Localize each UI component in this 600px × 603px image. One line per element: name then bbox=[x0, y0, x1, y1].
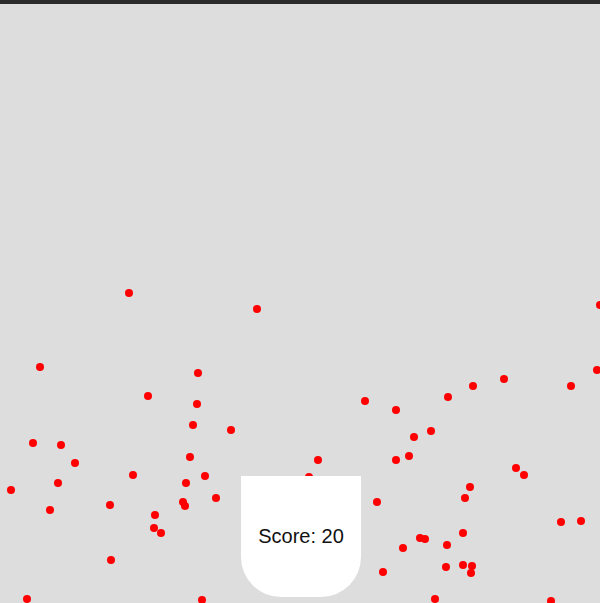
score-label: Score: 20 bbox=[258, 525, 344, 548]
falling-dot bbox=[71, 459, 79, 467]
falling-dot bbox=[461, 494, 469, 502]
falling-dot bbox=[466, 483, 474, 491]
falling-dot bbox=[29, 439, 37, 447]
falling-dot bbox=[444, 393, 452, 401]
falling-dot bbox=[201, 472, 209, 480]
falling-dot bbox=[125, 289, 133, 297]
falling-dot bbox=[459, 561, 467, 569]
falling-dot bbox=[181, 502, 189, 510]
falling-dot bbox=[410, 433, 418, 441]
falling-dot bbox=[193, 400, 201, 408]
falling-dot bbox=[151, 511, 159, 519]
falling-dot bbox=[182, 479, 190, 487]
falling-dot bbox=[467, 569, 475, 577]
falling-dot bbox=[23, 595, 31, 603]
falling-dot bbox=[392, 406, 400, 414]
falling-dot bbox=[399, 544, 407, 552]
falling-dot bbox=[469, 382, 477, 390]
falling-dot bbox=[253, 305, 261, 313]
falling-dot bbox=[373, 498, 381, 506]
falling-dot bbox=[186, 453, 194, 461]
falling-dot bbox=[107, 556, 115, 564]
catcher-bucket[interactable]: Score: 20 bbox=[241, 476, 361, 597]
falling-dot bbox=[577, 517, 585, 525]
falling-dot bbox=[129, 471, 137, 479]
falling-dot bbox=[567, 382, 575, 390]
falling-dot bbox=[314, 456, 322, 464]
game-screen: Score: 20 bbox=[0, 0, 600, 603]
falling-dot bbox=[379, 568, 387, 576]
falling-dot bbox=[36, 363, 44, 371]
falling-dot bbox=[443, 541, 451, 549]
falling-dot bbox=[405, 452, 413, 460]
falling-dot bbox=[46, 506, 54, 514]
falling-dot bbox=[427, 427, 435, 435]
falling-dot bbox=[442, 563, 450, 571]
falling-dot bbox=[593, 366, 600, 374]
falling-dot bbox=[7, 486, 15, 494]
play-field: Score: 20 bbox=[0, 4, 600, 603]
falling-dot bbox=[431, 595, 439, 603]
falling-dot bbox=[596, 301, 600, 309]
falling-dot bbox=[392, 456, 400, 464]
falling-dot bbox=[557, 518, 565, 526]
falling-dot bbox=[57, 441, 65, 449]
falling-dot bbox=[194, 369, 202, 377]
falling-dot bbox=[512, 464, 520, 472]
falling-dot bbox=[157, 529, 165, 537]
falling-dot bbox=[144, 392, 152, 400]
falling-dot bbox=[459, 529, 467, 537]
falling-dot bbox=[54, 479, 62, 487]
falling-dot bbox=[421, 535, 429, 543]
falling-dot bbox=[198, 596, 206, 603]
falling-dot bbox=[227, 426, 235, 434]
falling-dot bbox=[106, 501, 114, 509]
falling-dot bbox=[547, 597, 555, 603]
falling-dot bbox=[212, 494, 220, 502]
falling-dot bbox=[189, 421, 197, 429]
falling-dot bbox=[500, 375, 508, 383]
falling-dot bbox=[361, 397, 369, 405]
falling-dot bbox=[520, 471, 528, 479]
